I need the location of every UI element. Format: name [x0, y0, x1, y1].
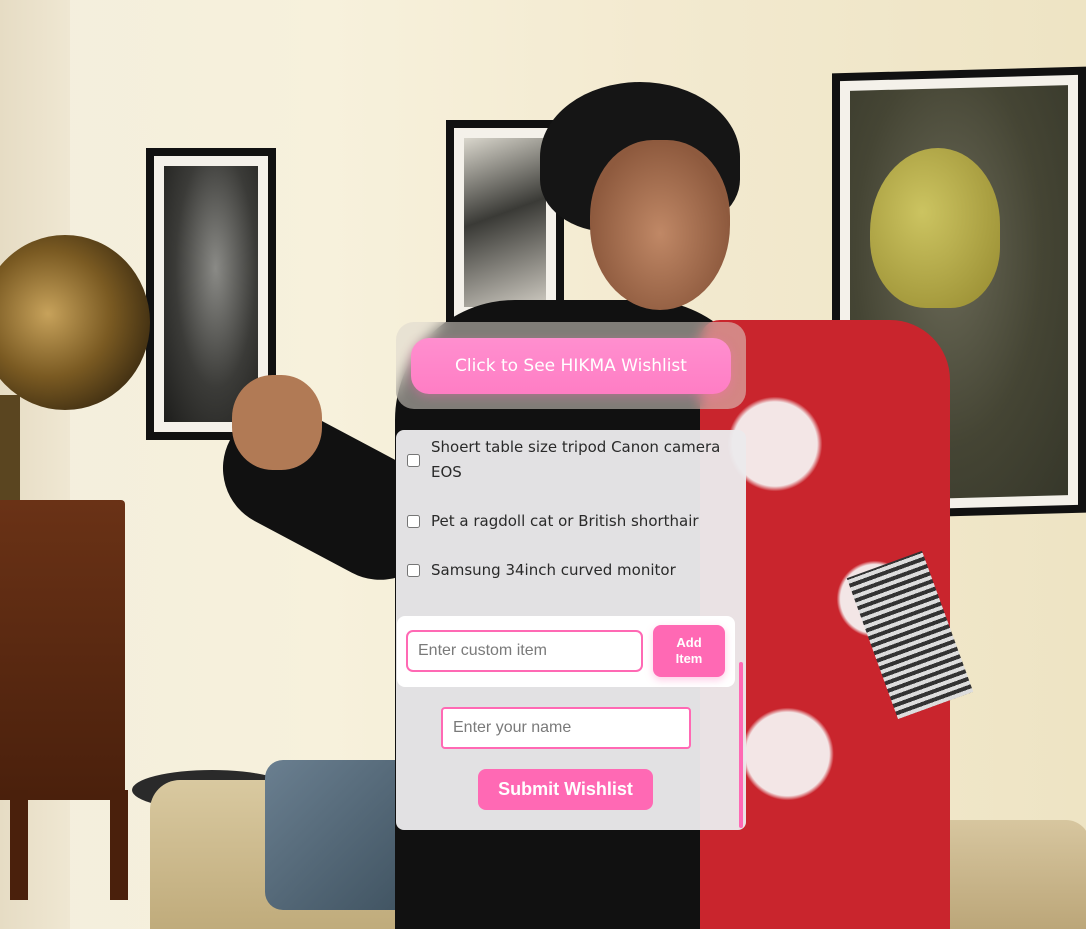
item-checkbox[interactable] — [407, 515, 420, 528]
wishlist-item[interactable]: Pet a ragdoll cat or British shorthair — [407, 509, 737, 534]
person-head — [590, 140, 730, 310]
wishlist-item[interactable]: Shoert table size tripod Canon camera EO… — [407, 435, 737, 485]
wishlist-item[interactable]: Samsung 34inch curved monitor — [407, 558, 737, 583]
item-label: Pet a ragdoll cat or British shorthair — [431, 512, 699, 530]
cabinet-leg — [10, 790, 28, 900]
item-label: Samsung 34inch curved monitor — [431, 561, 676, 579]
see-wishlist-button[interactable]: Click to See HIKMA Wishlist — [411, 338, 731, 394]
gramophone-neck — [0, 395, 20, 505]
wooden-cabinet — [0, 500, 125, 800]
person-hand — [232, 375, 322, 470]
item-checkbox[interactable] — [407, 564, 420, 577]
art-turban-figure — [870, 148, 1000, 308]
add-item-button[interactable]: Add Item — [653, 625, 725, 677]
custom-item-input[interactable] — [406, 630, 643, 672]
cabinet-leg — [110, 790, 128, 900]
submit-wishlist-button[interactable]: Submit Wishlist — [478, 769, 653, 810]
item-checkbox[interactable] — [407, 453, 420, 467]
item-label: Shoert table size tripod Canon camera EO… — [431, 438, 721, 481]
name-input[interactable] — [441, 707, 691, 749]
panel-scrollbar[interactable] — [739, 662, 743, 828]
pillow — [265, 760, 415, 910]
